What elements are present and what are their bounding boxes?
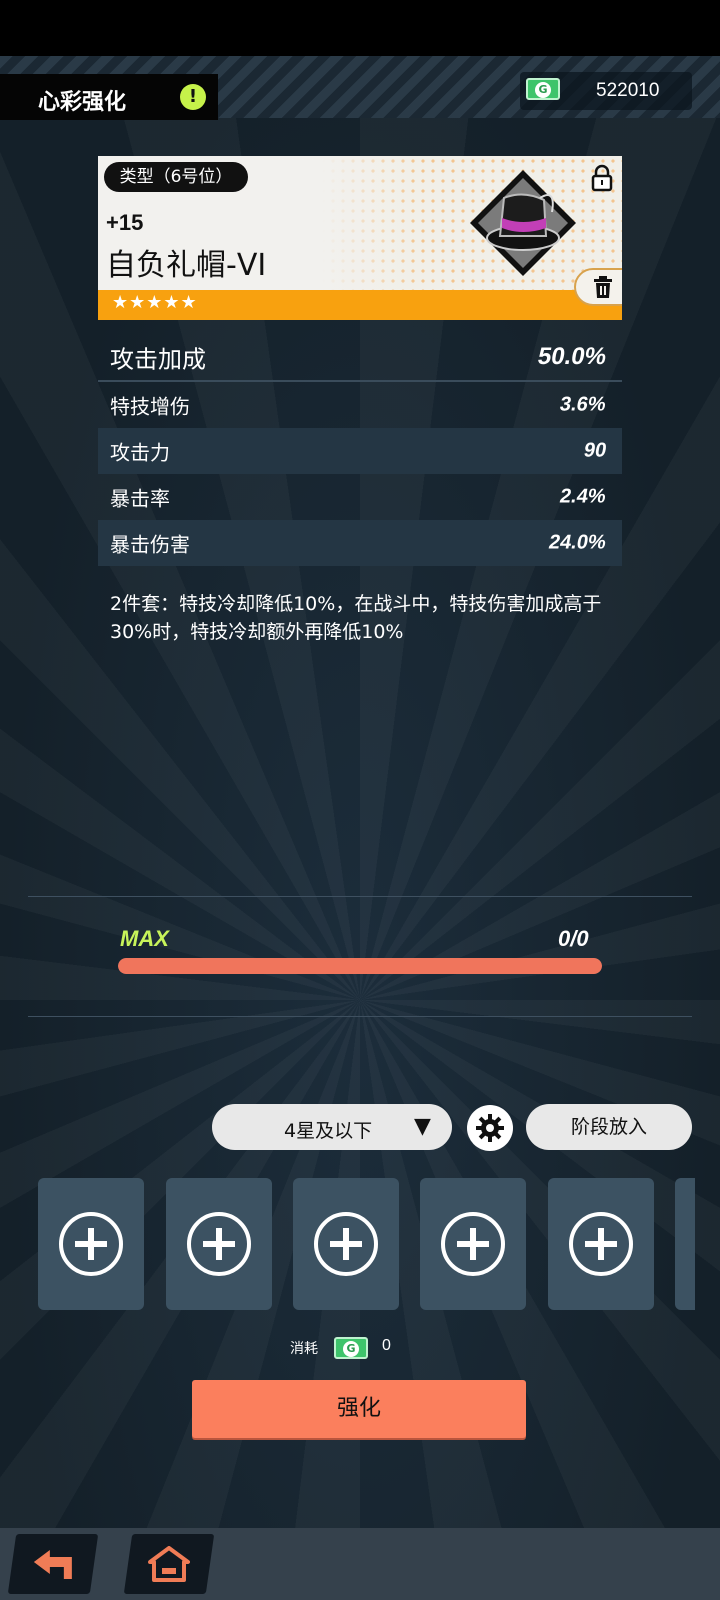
trash-icon (594, 276, 612, 298)
stat-label: 攻击力 (110, 440, 170, 465)
item-level: +15 (106, 210, 144, 235)
home-button[interactable] (123, 1534, 215, 1594)
rarity-filter-dropdown[interactable]: 4星及以下 ▼ (212, 1104, 452, 1150)
material-slot[interactable] (166, 1178, 272, 1310)
stats-panel: 攻击加成 50.0% 特技增伤 3.6% 攻击力 90 暴击率 2.4% 暴击伤… (98, 334, 622, 566)
stat-label: 暴击率 (110, 486, 170, 511)
gear-icon (476, 1114, 504, 1142)
sub-stat-row: 暴击率 2.4% (98, 474, 622, 520)
dropdown-arrow-icon: ▼ (414, 1114, 431, 1139)
material-slot[interactable] (38, 1178, 144, 1310)
stat-value: 3.6% (558, 393, 609, 416)
divider (28, 896, 692, 897)
set-bonus-description: 2件套：特技冷却降低10%，在战斗中，特技伤害加成高于30%时，特技冷却额外再降… (110, 593, 602, 643)
main-stat-row: 攻击加成 50.0% (98, 334, 622, 382)
money-icon: G (526, 78, 560, 100)
bottom-nav (0, 1528, 720, 1600)
page-title: 心彩强化 (38, 90, 127, 115)
exp-counter: 0/0 (558, 926, 589, 951)
add-icon (569, 1212, 633, 1276)
status-bar (0, 0, 720, 56)
exp-progress-bar (118, 958, 602, 974)
exp-progress-fill (118, 958, 602, 974)
cost-label: 消耗 (290, 1341, 318, 1357)
stage-add-button[interactable]: 阶段放入 (526, 1104, 692, 1150)
divider (28, 1016, 692, 1017)
stat-value: 90 (581, 439, 609, 462)
material-slot[interactable] (293, 1178, 399, 1310)
back-button[interactable] (7, 1534, 99, 1594)
home-icon (148, 1546, 190, 1582)
sub-stat-row: 特技增伤 3.6% (98, 382, 622, 428)
enhance-button[interactable]: 强化 (192, 1380, 526, 1438)
add-icon (187, 1212, 251, 1276)
item-card: 类型（6号位） +15 自负礼帽-VI ★★★★★ (98, 156, 622, 320)
settings-button[interactable] (467, 1105, 513, 1151)
material-slot[interactable] (420, 1178, 526, 1310)
lock-icon[interactable] (590, 164, 614, 192)
top-hat-icon (470, 170, 576, 276)
item-type: 类型（6号位） (104, 162, 248, 192)
info-icon[interactable]: ! (180, 84, 206, 110)
item-name: 自负礼帽-VI (106, 248, 267, 283)
stat-label: 暴击伤害 (110, 532, 190, 557)
sub-stat-row: 暴击伤害 24.0% (98, 520, 622, 566)
stat-label: 攻击加成 (110, 345, 206, 374)
delete-button[interactable] (574, 268, 622, 306)
money-icon: G (334, 1337, 368, 1359)
add-icon (59, 1212, 123, 1276)
filter-label: 4星及以下 (284, 1120, 373, 1142)
stat-value: 2.4% (558, 485, 609, 508)
add-icon (314, 1212, 378, 1276)
cost-value: 0 (382, 1337, 391, 1354)
stat-label: 特技增伤 (110, 394, 190, 419)
stat-value: 24.0% (547, 531, 609, 554)
back-arrow-icon (33, 1550, 72, 1579)
stat-value: 50.0% (535, 343, 609, 370)
material-slot-partial[interactable] (675, 1178, 695, 1310)
rarity-stars: ★★★★★ (112, 292, 198, 313)
material-slot[interactable] (548, 1178, 654, 1310)
level-max-label: MAX (120, 926, 169, 951)
currency-value: 522010 (596, 80, 660, 101)
sub-stat-row: 攻击力 90 (98, 428, 622, 474)
add-icon (441, 1212, 505, 1276)
